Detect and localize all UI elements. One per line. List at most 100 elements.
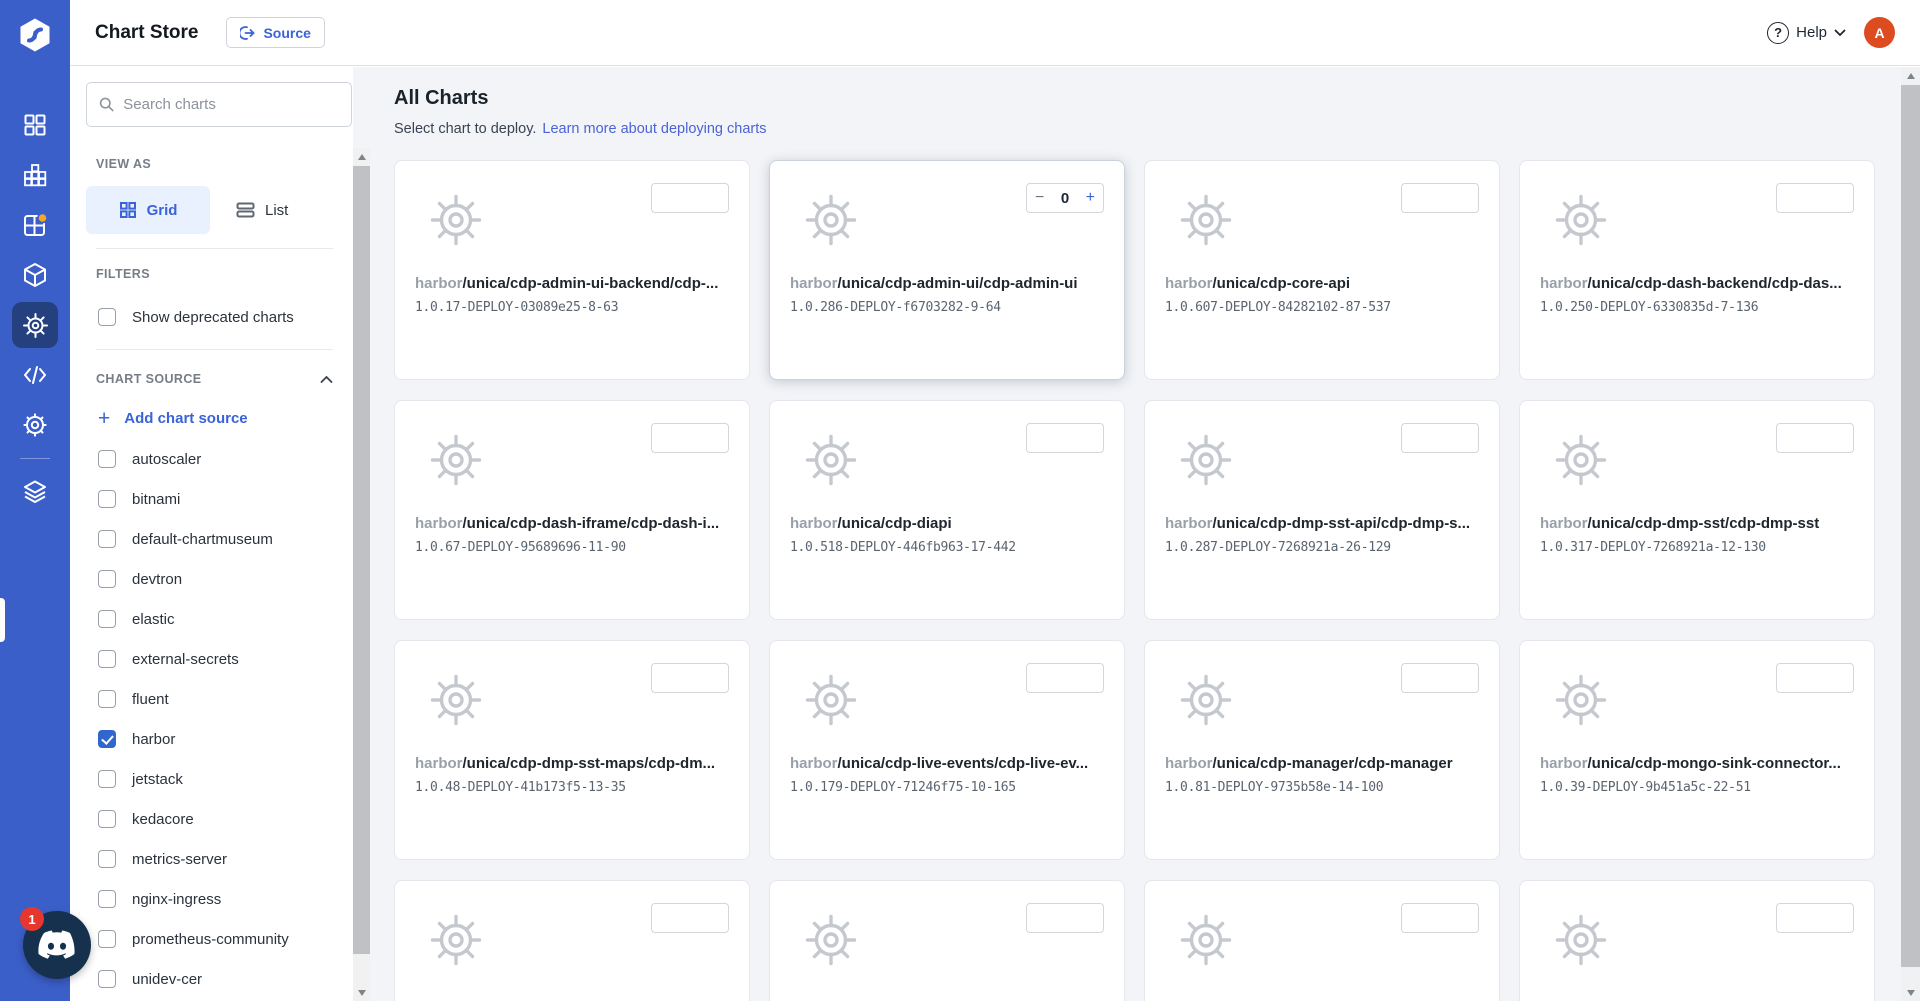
scrollbar-thumb[interactable] [353, 166, 370, 954]
avatar[interactable]: A [1864, 17, 1895, 48]
view-grid-button[interactable]: Grid [86, 186, 210, 234]
rail-divider [20, 458, 50, 459]
chart-card[interactable]: harbor/unica/cdp-diapi 1.0.518-DEPLOY-44… [769, 400, 1125, 620]
chart-source-checkbox[interactable] [98, 850, 116, 868]
chart-card[interactable] [769, 880, 1125, 1001]
chart-source-option[interactable]: kedacore [98, 799, 353, 839]
chart-source-checkbox[interactable] [98, 970, 116, 988]
chart-card[interactable]: − 0 + harbor/unica/cdp-admin-ui/cdp-admi… [769, 160, 1125, 380]
chart-source-option[interactable]: prometheus-community [98, 919, 353, 959]
chart-source-option[interactable]: default-chartmuseum [98, 519, 353, 559]
chart-source-option[interactable]: devtron [98, 559, 353, 599]
view-list-button[interactable]: List [236, 186, 288, 234]
chart-name: harbor/unica/cdp-core-api [1165, 275, 1479, 292]
chart-source-checkbox[interactable] [98, 650, 116, 668]
scroll-up-arrow[interactable] [1901, 67, 1920, 84]
helm-chart-icon [1177, 671, 1235, 729]
chart-source-option[interactable]: nginx-ingress [98, 879, 353, 919]
chart-source-checkbox[interactable] [98, 930, 116, 948]
chart-card[interactable] [1144, 880, 1500, 1001]
filters-label: FILTERS [96, 267, 353, 281]
chart-card[interactable] [394, 880, 750, 1001]
app-list-icon [22, 162, 48, 188]
chart-card[interactable] [1519, 880, 1875, 1001]
chart-source-checkbox[interactable] [98, 570, 116, 588]
filter-sidebar: VIEW AS Grid List FILTERS Show deprecate… [70, 67, 353, 1001]
chart-source-checkbox[interactable] [98, 770, 116, 788]
chart-card[interactable]: harbor/unica/cdp-dash-backend/cdp-das...… [1519, 160, 1875, 380]
chart-source-checkbox[interactable] [98, 490, 116, 508]
increment-button[interactable]: + [1078, 190, 1103, 206]
chart-source-list: autoscaler bitnami default-chartmuseum d… [98, 439, 353, 999]
deploy-count-stepper [1401, 663, 1479, 693]
grid-view-icon [119, 201, 137, 219]
chart-card[interactable]: harbor/unica/cdp-mongo-sink-connector...… [1519, 640, 1875, 860]
chart-card[interactable]: harbor/unica/cdp-manager/cdp-manager 1.0… [1144, 640, 1500, 860]
sidebar-item-global-config[interactable] [0, 400, 70, 450]
chart-source-name: harbor [132, 731, 175, 748]
search-input[interactable] [123, 96, 339, 113]
chart-card[interactable]: harbor/unica/cdp-dash-iframe/cdp-dash-i.… [394, 400, 750, 620]
chart-card[interactable]: harbor/unica/cdp-admin-ui-backend/cdp-..… [394, 160, 750, 380]
scrollbar-thumb[interactable] [1901, 85, 1920, 967]
stack-icon [21, 478, 49, 506]
chart-version: 1.0.39-DEPLOY-9b451a5c-22-51 [1540, 780, 1854, 795]
chart-version: 1.0.250-DEPLOY-6330835d-7-136 [1540, 300, 1854, 315]
chart-name: harbor/unica/cdp-admin-ui/cdp-admin-ui [790, 275, 1104, 292]
sidebar-item-applications[interactable] [0, 100, 70, 150]
chart-source-option[interactable]: external-secrets [98, 639, 353, 679]
chart-source-checkbox[interactable] [98, 810, 116, 828]
chart-source-checkbox[interactable] [98, 690, 116, 708]
chart-version: 1.0.67-DEPLOY-95689696-11-90 [415, 540, 729, 555]
deploy-count-stepper [1026, 903, 1104, 933]
deploy-count-stepper: − 0 + [1026, 183, 1104, 213]
chart-source-checkbox[interactable] [98, 890, 116, 908]
sidebar-item-jobs[interactable] [0, 200, 70, 250]
decrement-button[interactable]: − [1027, 190, 1052, 206]
chart-version: 1.0.287-DEPLOY-7268921a-26-129 [1165, 540, 1479, 555]
show-deprecated-option[interactable]: Show deprecated charts [98, 299, 353, 335]
notification-dot [38, 213, 47, 222]
chart-card[interactable]: harbor/unica/cdp-live-events/cdp-live-ev… [769, 640, 1125, 860]
devtron-logo[interactable] [0, 6, 70, 64]
chart-source-option[interactable]: unidev-cer [98, 959, 353, 999]
discord-chat-button[interactable]: 1 [23, 911, 91, 979]
deploy-count-stepper [651, 903, 729, 933]
chart-card[interactable]: harbor/unica/cdp-dmp-sst-maps/cdp-dm... … [394, 640, 750, 860]
source-button[interactable]: Source [226, 17, 324, 48]
scroll-down-arrow[interactable] [353, 984, 370, 1001]
sidebar-item-app-list[interactable] [0, 150, 70, 200]
chart-source-option[interactable]: harbor [98, 719, 353, 759]
add-chart-source-button[interactable]: + Add chart source [98, 400, 248, 436]
chart-source-option[interactable]: autoscaler [98, 439, 353, 479]
count-value[interactable]: 0 [1052, 190, 1077, 207]
active-indicator [0, 598, 5, 642]
helm-chart-icon [427, 911, 485, 969]
show-deprecated-checkbox[interactable] [98, 308, 116, 326]
chevron-up-icon[interactable] [320, 375, 333, 384]
chart-version: 1.0.317-DEPLOY-7268921a-12-130 [1540, 540, 1854, 555]
chart-source-option[interactable]: fluent [98, 679, 353, 719]
help-menu[interactable]: ? Help [1767, 22, 1846, 44]
chart-source-option[interactable]: jetstack [98, 759, 353, 799]
sidebar-item-resource-stack[interactable] [0, 467, 70, 517]
learn-more-link[interactable]: Learn more about deploying charts [542, 121, 766, 137]
scroll-down-arrow[interactable] [1901, 984, 1920, 1001]
sidebar-item-chart-store[interactable] [0, 300, 70, 350]
scroll-up-arrow[interactable] [353, 148, 370, 165]
filter-panel-scrollbar[interactable] [353, 148, 370, 1001]
chart-source-option[interactable]: bitnami [98, 479, 353, 519]
chart-source-option[interactable]: elastic [98, 599, 353, 639]
chart-source-checkbox[interactable] [98, 610, 116, 628]
chart-source-option[interactable]: metrics-server [98, 839, 353, 879]
chart-source-checkbox[interactable] [98, 530, 116, 548]
helm-chart-icon [427, 671, 485, 729]
chart-card[interactable]: harbor/unica/cdp-dmp-sst-api/cdp-dmp-s..… [1144, 400, 1500, 620]
sidebar-item-code[interactable] [0, 350, 70, 400]
chart-source-checkbox[interactable] [98, 730, 116, 748]
chart-source-checkbox[interactable] [98, 450, 116, 468]
chart-card[interactable]: harbor/unica/cdp-core-api 1.0.607-DEPLOY… [1144, 160, 1500, 380]
sidebar-item-application-groups[interactable] [0, 250, 70, 300]
main-scrollbar[interactable] [1901, 67, 1920, 1001]
chart-card[interactable]: harbor/unica/cdp-dmp-sst/cdp-dmp-sst 1.0… [1519, 400, 1875, 620]
